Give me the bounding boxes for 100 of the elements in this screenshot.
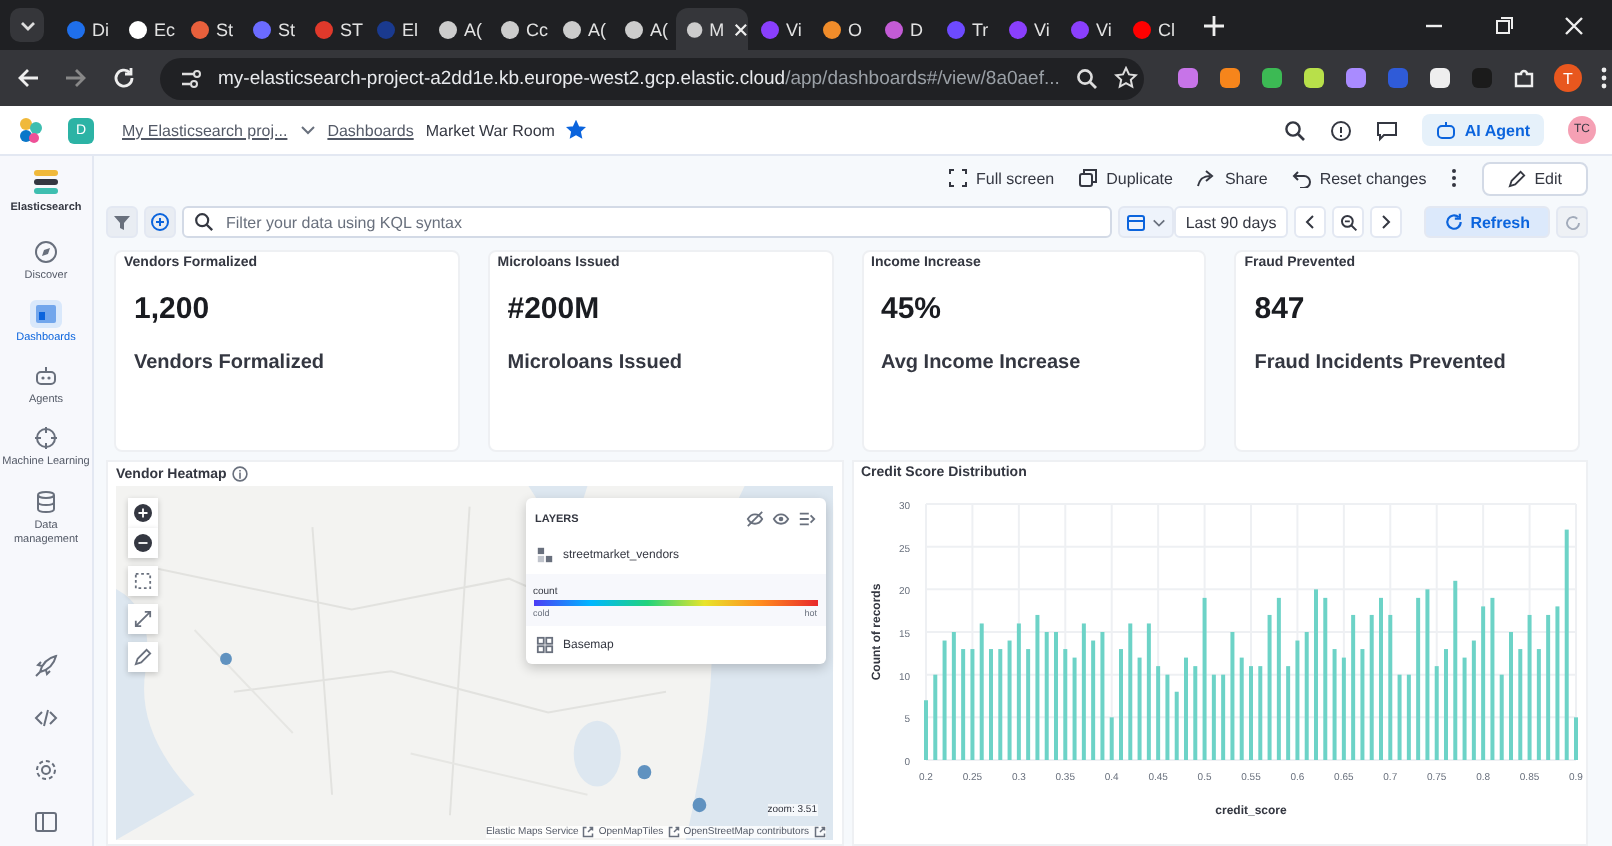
reload-icon[interactable] bbox=[112, 66, 136, 90]
site-info-icon[interactable] bbox=[180, 67, 202, 89]
browser-tab[interactable]: Cl bbox=[1122, 8, 1182, 50]
search-icon[interactable] bbox=[1284, 119, 1307, 141]
more-icon[interactable] bbox=[1450, 168, 1459, 188]
browser-tab[interactable]: D bbox=[874, 8, 934, 50]
pencil-icon bbox=[134, 648, 152, 666]
extension-icon[interactable] bbox=[1344, 66, 1368, 90]
favicon-icon bbox=[884, 19, 904, 39]
breadcrumb-link[interactable]: My Elasticsearch proj... bbox=[122, 121, 288, 139]
robot-icon bbox=[1436, 120, 1457, 140]
toolbar-button[interactable]: Full screen bbox=[947, 168, 1055, 188]
heatmap-layer-icon bbox=[535, 546, 553, 564]
chart-bar bbox=[960, 649, 965, 760]
collapse-nav-icon[interactable] bbox=[34, 810, 58, 834]
restore-icon[interactable] bbox=[1494, 15, 1514, 35]
browser-tab[interactable]: O bbox=[812, 8, 872, 50]
chart-bar bbox=[950, 632, 955, 760]
browser-tab[interactable]: Ec bbox=[118, 8, 178, 50]
chart-bar bbox=[1331, 649, 1336, 760]
chat-icon[interactable] bbox=[1376, 119, 1399, 141]
tab-search-button[interactable] bbox=[10, 8, 44, 42]
fullscreen-button[interactable] bbox=[128, 604, 158, 634]
breadcrumb-link[interactable]: Dashboards bbox=[327, 121, 414, 139]
favicon-icon bbox=[252, 19, 272, 39]
browser-menu-icon[interactable] bbox=[1600, 66, 1608, 90]
breadcrumb-current: Market War Room bbox=[425, 121, 555, 139]
edit-button[interactable]: Edit bbox=[1482, 161, 1588, 195]
previous-button[interactable] bbox=[1294, 206, 1327, 238]
browser-tab[interactable]: St bbox=[242, 8, 302, 50]
database-icon bbox=[34, 489, 58, 514]
browser-tab[interactable]: Cc bbox=[490, 8, 550, 50]
chevron-down-icon[interactable] bbox=[299, 122, 316, 138]
zoom-in-button[interactable] bbox=[128, 498, 158, 528]
close-icon[interactable] bbox=[1564, 15, 1584, 35]
chart-bar bbox=[1517, 649, 1522, 760]
chart-bar bbox=[1285, 666, 1290, 760]
chart-bar bbox=[978, 623, 983, 760]
browser-tab[interactable]: El bbox=[366, 8, 426, 50]
logo-icon[interactable] bbox=[16, 116, 44, 144]
browser-tab[interactable]: Di bbox=[56, 8, 116, 50]
extension-icon[interactable] bbox=[1302, 66, 1326, 90]
chart-bar bbox=[1461, 657, 1466, 760]
browser-tab[interactable]: Vi bbox=[1060, 8, 1120, 50]
browser-tab[interactable]: ST bbox=[304, 8, 364, 50]
browser-tab[interactable]: M bbox=[676, 8, 748, 50]
help-icon[interactable] bbox=[1330, 119, 1353, 141]
chart-bar bbox=[1043, 632, 1048, 760]
refresh-button[interactable]: Refresh bbox=[1424, 206, 1550, 238]
filter-button[interactable] bbox=[106, 206, 138, 238]
zoom-out-button[interactable] bbox=[1332, 206, 1365, 238]
settings-icon[interactable] bbox=[34, 758, 58, 782]
profile-avatar[interactable]: T bbox=[1554, 64, 1582, 92]
favicon-icon bbox=[760, 19, 780, 39]
browser-tab[interactable]: Vi bbox=[998, 8, 1058, 50]
code-icon[interactable] bbox=[34, 706, 58, 730]
chart-bar bbox=[1359, 649, 1364, 760]
search-field[interactable]: Filter your data using KQL syntax bbox=[182, 206, 1112, 238]
extension-icon[interactable] bbox=[1428, 66, 1452, 90]
browser-tab[interactable]: A( bbox=[428, 8, 488, 50]
info-icon[interactable] bbox=[232, 466, 249, 482]
zoom-out-button[interactable] bbox=[128, 528, 158, 558]
eye-slash-icon[interactable] bbox=[745, 510, 763, 528]
browser-tab[interactable]: A( bbox=[552, 8, 612, 50]
favorite-star-icon[interactable] bbox=[566, 120, 587, 140]
url-text: my-elasticsearch-project-a2dd1e.kb.europe-west2.gcp.elastic.cloud/app/dashboards#/view/8a0aef... bbox=[218, 67, 1060, 89]
browser-tab[interactable]: Tr bbox=[936, 8, 996, 50]
new-tab-icon[interactable] bbox=[1204, 15, 1224, 35]
crosshair-icon bbox=[34, 426, 58, 451]
chart-bar bbox=[1498, 674, 1503, 760]
bookmark-star-icon[interactable] bbox=[1113, 66, 1138, 90]
address-field[interactable]: my-elasticsearch-project-a2dd1e.kb.europe-west2.gcp.elastic.cloud/app/dashboards#/view/8a0aef... bbox=[160, 57, 1144, 99]
draw-bounds-button[interactable] bbox=[128, 566, 158, 596]
extensions-puzzle-icon[interactable] bbox=[1512, 66, 1536, 90]
rocket-icon[interactable] bbox=[34, 654, 58, 678]
next-button[interactable] bbox=[1370, 206, 1403, 238]
extension-icon[interactable] bbox=[1218, 66, 1242, 90]
date-picker-button[interactable] bbox=[1117, 206, 1174, 238]
tools-button[interactable] bbox=[128, 642, 158, 672]
favicon-icon bbox=[1070, 19, 1090, 39]
collapse-icon[interactable] bbox=[797, 510, 815, 528]
toolbar-button[interactable]: Share bbox=[1196, 168, 1268, 188]
extension-icon[interactable] bbox=[1260, 66, 1284, 90]
browser-tab[interactable]: Vi bbox=[750, 8, 810, 50]
close-icon[interactable] bbox=[734, 21, 748, 37]
ai-agent-button[interactable]: AI Agent bbox=[1422, 114, 1544, 146]
add-filter-button[interactable] bbox=[144, 206, 176, 238]
zoom-icon bbox=[1339, 213, 1358, 231]
refresh-icon bbox=[1444, 212, 1465, 232]
browser-tab[interactable]: St bbox=[180, 8, 240, 50]
eye-icon[interactable] bbox=[771, 510, 789, 528]
favicon-icon bbox=[500, 19, 520, 39]
time-range-button[interactable]: Last 90 days bbox=[1173, 206, 1289, 238]
toolbar-button[interactable]: Duplicate bbox=[1078, 168, 1173, 188]
browser-tab[interactable]: A( bbox=[614, 8, 674, 50]
chart-bar bbox=[997, 649, 1002, 760]
toolbar-button[interactable]: Reset changes bbox=[1291, 168, 1427, 188]
back-icon[interactable] bbox=[16, 66, 40, 90]
zoom-icon[interactable] bbox=[1075, 67, 1098, 89]
forward-icon[interactable] bbox=[64, 66, 88, 90]
